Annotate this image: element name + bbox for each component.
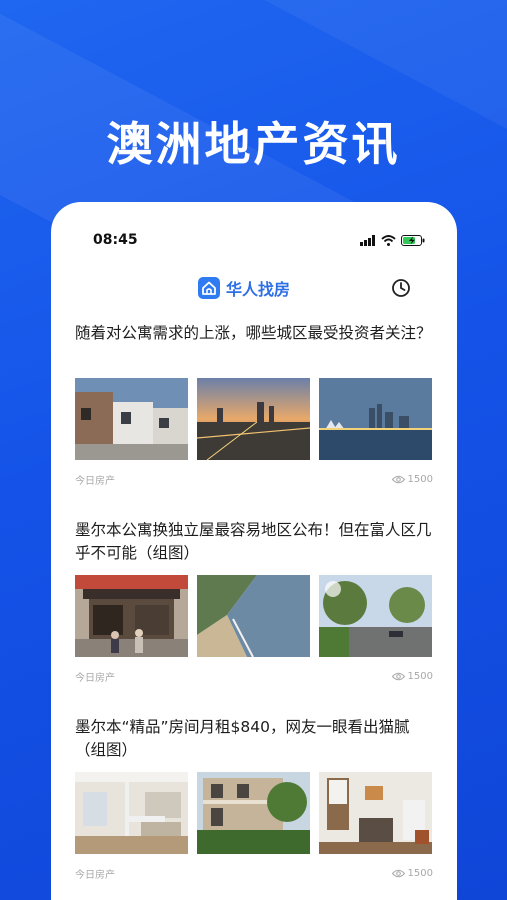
- battery-charging-icon: [401, 235, 425, 246]
- bakehouse-storefront-photo[interactable]: [75, 575, 188, 657]
- tree-lined-street-photo[interactable]: [319, 575, 432, 657]
- phone-screen: 08:45 华人找房 随着对公寓需求的上涨，哪些城区最受投资者关注？ 今日房产 …: [51, 202, 457, 900]
- article-source: 今日房产: [75, 870, 115, 881]
- article-card[interactable]: 墨尔本公寓换独立屋最容易地区公布！但在富人区几乎不可能（组图） 今日房产 150…: [75, 519, 433, 716]
- harbour-skyline-photo[interactable]: [319, 378, 432, 460]
- view-count-value: 1500: [407, 671, 433, 682]
- old-kitchen-photo[interactable]: [319, 772, 432, 854]
- article-title[interactable]: 墨尔本公寓换独立屋最容易地区公布！但在富人区几乎不可能（组图）: [75, 519, 433, 567]
- article-images: [75, 378, 433, 460]
- eye-icon: [391, 672, 405, 681]
- article-images: [75, 772, 433, 854]
- house-logo-icon: [198, 277, 220, 299]
- article-card[interactable]: 墨尔本“精品”房间月租$840，网友一眼看出猫腻（组图） 今日房产 1500: [75, 716, 433, 900]
- history-clock-icon[interactable]: [391, 278, 411, 298]
- status-bar: 08:45: [51, 232, 457, 252]
- view-count: 1500: [391, 474, 433, 485]
- article-title[interactable]: 墨尔本“精品”房间月租$840，网友一眼看出猫腻（组图）: [75, 716, 433, 764]
- terrace-house-photo[interactable]: [197, 772, 310, 854]
- view-count-value: 1500: [407, 868, 433, 879]
- status-time: 08:45: [93, 232, 138, 248]
- article-meta: 今日房产 1500: [75, 669, 433, 684]
- article-meta: 今日房产 1500: [75, 472, 433, 487]
- room-bunk-bed-photo[interactable]: [75, 772, 188, 854]
- view-count: 1500: [391, 868, 433, 879]
- view-count-value: 1500: [407, 474, 433, 485]
- signal-icon: [360, 235, 375, 246]
- eye-icon: [391, 475, 405, 484]
- app-header: 华人找房: [51, 274, 457, 304]
- beach-coastline-photo[interactable]: [197, 575, 310, 657]
- article-source: 今日房产: [75, 673, 115, 684]
- city-sunset-aerial-photo[interactable]: [197, 378, 310, 460]
- wifi-icon: [381, 235, 396, 246]
- brand-name: 华人找房: [226, 280, 291, 299]
- news-feed: 随着对公寓需求的上涨，哪些城区最受投资者关注？ 今日房产 1500 墨尔本公寓换…: [75, 322, 433, 900]
- article-card[interactable]: 随着对公寓需求的上涨，哪些城区最受投资者关注？ 今日房产 1500: [75, 322, 433, 519]
- article-source: 今日房产: [75, 476, 115, 487]
- brand: 华人找房: [198, 276, 290, 300]
- eye-icon: [391, 869, 405, 878]
- article-meta: 今日房产 1500: [75, 866, 433, 881]
- townhouses-photo[interactable]: [75, 378, 188, 460]
- promo-title: 澳洲地产资讯: [106, 117, 401, 171]
- status-icons: [360, 235, 425, 246]
- view-count: 1500: [391, 671, 433, 682]
- article-images: [75, 575, 433, 657]
- article-title[interactable]: 随着对公寓需求的上涨，哪些城区最受投资者关注？: [75, 322, 433, 370]
